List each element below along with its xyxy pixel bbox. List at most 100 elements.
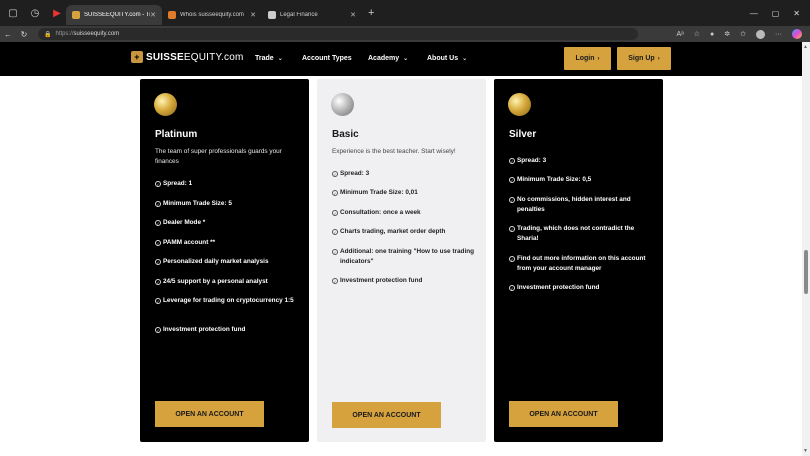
nav-about-us[interactable]: About Us ⌄ [427, 55, 467, 62]
site-header: + SUISSE EQUITY.com Trade ⌄ Account Types … [0, 42, 802, 76]
nav-label: Academy [368, 55, 400, 62]
plan-feature: ✓ PAMM account ** [155, 239, 216, 246]
url-input[interactable]: 🔒 https:// suisseequity.com [38, 28, 638, 40]
plan-feature: ✓ Spread: 3 [509, 157, 547, 164]
scroll-down-icon[interactable]: ▼ [803, 448, 808, 454]
profile-avatar[interactable] [756, 29, 765, 39]
scroll-up-icon[interactable]: ▲ [803, 44, 808, 50]
history-icon[interactable]: ◷ [26, 4, 44, 22]
plan-description: The team of super professionals guards y… [155, 148, 282, 165]
check-circle-icon: ✓ [155, 181, 161, 187]
lock-icon: 🔒 [44, 31, 52, 38]
read-aloud-icon[interactable]: Aᵃ [676, 31, 683, 38]
favorite-star-icon[interactable]: ☆ [694, 30, 700, 38]
tab-whois[interactable]: Whois suisseequity.com ✕ [162, 5, 262, 25]
youtube-tab-icon[interactable]: ▶ [48, 4, 66, 22]
chevron-down-icon: ⌄ [277, 56, 283, 62]
browser-tab-bar: ▢ ◷ ▶ SUISSEEQUITY.com - Trading Pla ✕ W… [0, 0, 810, 26]
suisseequity-favicon [72, 11, 80, 19]
url-host: suisseequity.com [73, 31, 120, 37]
close-icon[interactable]: ✕ [150, 11, 156, 19]
copilot-icon[interactable] [792, 29, 802, 39]
check-circle-icon: ✓ [155, 298, 161, 304]
plan-feature: ✓ Charts trading, market order depth [332, 228, 446, 235]
logo-plus-icon: + [131, 51, 143, 63]
tab-suisseequity[interactable]: SUISSEEQUITY.com - Trading Pla ✕ [66, 5, 162, 25]
login-button[interactable]: Login › [564, 47, 611, 70]
scrollbar-thumb[interactable] [804, 250, 808, 294]
check-circle-icon: ✓ [332, 249, 338, 255]
check-circle-icon: ✓ [155, 279, 161, 285]
url-prefix: https:// [55, 31, 74, 37]
maximize-icon[interactable]: ▢ [772, 9, 780, 18]
minimize-icon[interactable]: — [750, 9, 758, 18]
site-logo[interactable]: + SUISSE EQUITY.com [131, 51, 244, 63]
check-circle-icon: ✓ [155, 201, 161, 207]
window-controls: — ▢ ✕ [750, 9, 810, 18]
plan-feature: ✓ No commissions, hidden interest and pen… [509, 196, 631, 213]
plan-feature: ✓ Investment protection fund [509, 284, 600, 291]
check-circle-icon: ✓ [332, 278, 338, 284]
open-account-button[interactable]: OPEN AN ACCOUNT [155, 401, 264, 427]
chevron-down-icon: ⌄ [462, 56, 468, 62]
plan-description: Experience is the best teacher. Start wi… [332, 148, 456, 155]
open-account-button[interactable]: OPEN AN ACCOUNT [509, 401, 618, 427]
plan-card-basic: Basic Experience is the best teacher. St… [317, 79, 486, 442]
check-circle-icon: ✓ [509, 197, 515, 203]
plan-feature: ✓ Spread: 3 [332, 170, 370, 177]
plan-feature: ✓ Consultation: once a week [332, 209, 421, 216]
plan-feature: ✓ Minimum Trade Size: 5 [155, 200, 232, 207]
back-icon[interactable]: ← [0, 30, 16, 39]
plan-feature: ✓ 24/5 support by a personal analyst [155, 278, 268, 285]
favorites-icon[interactable]: ✩ [740, 30, 746, 38]
nav-trade[interactable]: Trade ⌄ [255, 55, 283, 62]
open-account-button[interactable]: OPEN AN ACCOUNT [332, 402, 441, 428]
plan-feature: ✓ Find out more information on this accou… [509, 255, 646, 272]
check-circle-icon: ✓ [332, 171, 338, 177]
close-icon[interactable]: ✕ [250, 11, 256, 19]
check-circle-icon: ✓ [155, 240, 161, 246]
chevron-right-icon: › [597, 55, 600, 62]
close-window-icon[interactable]: ✕ [793, 9, 800, 18]
close-icon[interactable]: ✕ [350, 11, 356, 19]
check-circle-icon: ✓ [155, 327, 161, 333]
check-circle-icon: ✓ [155, 259, 161, 265]
nav-account-types[interactable]: Account Types [302, 55, 352, 62]
plan-feature: ✓ Trading, which does not contradict the … [509, 225, 635, 242]
gold-coin-icon [508, 93, 531, 116]
tab-title: Whois suisseequity.com [180, 12, 244, 18]
plan-title: Silver [509, 129, 537, 140]
check-circle-icon: ✓ [509, 177, 515, 183]
workspaces-icon[interactable]: ▢ [4, 4, 22, 22]
more-menu-icon[interactable]: ··· [775, 31, 782, 38]
reload-icon[interactable]: ↻ [16, 30, 32, 39]
plan-feature: ✓ Additional: one training "How to use tr… [332, 248, 475, 265]
check-circle-icon: ✓ [332, 210, 338, 216]
tab-legal-finance[interactable]: Legal Finance ✕ [262, 5, 362, 25]
plan-feature: ✓ Minimum Trade Size: 0,5 [509, 176, 592, 183]
signup-label: Sign Up [628, 55, 655, 62]
extensions-puzzle-icon[interactable]: ✲ [724, 30, 730, 38]
check-circle-icon: ✓ [509, 226, 515, 232]
extension-icon[interactable]: ● [710, 31, 714, 38]
check-circle-icon: ✓ [155, 220, 161, 226]
signup-button[interactable]: Sign Up › [617, 47, 671, 70]
logo-text-bold: SUISSE [146, 51, 184, 63]
page-scrollbar[interactable]: ▲ ▼ [802, 42, 810, 456]
new-tab-icon[interactable]: + [368, 7, 374, 19]
plan-title: Platinum [155, 129, 198, 140]
plan-card-platinum: Platinum The team of super professionals… [140, 79, 309, 442]
nav-label: Account Types [302, 55, 352, 62]
nav-academy[interactable]: Academy ⌄ [368, 55, 408, 62]
nav-label: About Us [427, 55, 459, 62]
gold-coin-icon [154, 93, 177, 116]
check-circle-icon: ✓ [509, 285, 515, 291]
account-types-section: Platinum The team of super professionals… [0, 76, 802, 456]
plan-feature: ✓ Minimum Trade Size: 0,01 [332, 189, 418, 196]
plan-feature: ✓ Investment protection fund [332, 277, 423, 284]
address-bar: ← ↻ 🔒 https:// suisseequity.com Aᵃ ☆ ● ✲… [0, 26, 810, 42]
check-circle-icon: ✓ [332, 229, 338, 235]
chevron-down-icon: ⌄ [403, 56, 409, 62]
tab-title: Legal Finance [280, 12, 318, 18]
nav-label: Trade [255, 55, 274, 62]
